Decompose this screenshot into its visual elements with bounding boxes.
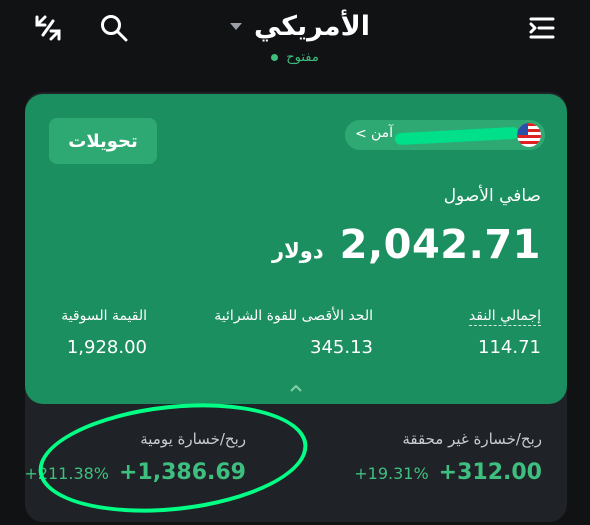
us-flag-icon (517, 123, 541, 147)
chevron-down-icon (229, 22, 242, 30)
redaction-mark (394, 126, 520, 146)
max-buying-power: الحد الأقصى للقوة الشرائية 345.13 (214, 308, 373, 358)
status-dot-icon (271, 54, 279, 61)
market-selector[interactable]: الأمريكي (200, 6, 400, 46)
market-value-value: 1,928.00 (66, 337, 147, 358)
search-icon[interactable] (94, 8, 134, 48)
account-switcher[interactable]: < آمن (345, 120, 545, 150)
market-status: مفتوح (250, 50, 340, 65)
net-assets: دولار 2,042.71 (272, 222, 541, 268)
account-name: آمن (370, 125, 393, 141)
unrealized-pnl: ربح/خسارة غير محققة +19.31% +312.00 (354, 430, 542, 485)
page-title: الأمريكي (253, 10, 371, 42)
transfers-button[interactable]: تحويلات (49, 118, 157, 164)
net-assets-label: صافي الأصول (443, 186, 541, 206)
app-header: الأمريكي مفتوح (0, 0, 590, 80)
status-text: مفتوح (286, 50, 319, 65)
total-cash-value: 114.71 (478, 337, 541, 358)
market-value: القيمة السوقية 1,928.00 (61, 308, 147, 358)
market-value-label: القيمة السوقية (61, 308, 147, 324)
account-card: تحويلات < آمن صافي الأصول دولار 2,042.71… (25, 94, 567, 404)
chevron-left-icon: < (355, 126, 367, 142)
total-cash[interactable]: إجمالي النقد 114.71 (468, 308, 541, 358)
unrealized-pnl-amount: +312.00 (438, 460, 542, 485)
swap-icon[interactable] (28, 8, 68, 48)
unrealized-pnl-percent: +19.31% (354, 464, 429, 483)
net-assets-value: 2,042.71 (339, 222, 541, 268)
total-cash-label: إجمالي النقد (468, 308, 541, 326)
unrealized-pnl-label: ربح/خسارة غير محققة (402, 430, 542, 448)
currency-unit: دولار (272, 239, 324, 263)
max-buying-power-label: الحد الأقصى للقوة الشرائية (214, 308, 373, 324)
hamburger-menu-icon[interactable] (522, 8, 562, 48)
collapse-chevron-icon[interactable] (289, 378, 303, 392)
max-buying-power-value: 345.13 (310, 337, 373, 358)
